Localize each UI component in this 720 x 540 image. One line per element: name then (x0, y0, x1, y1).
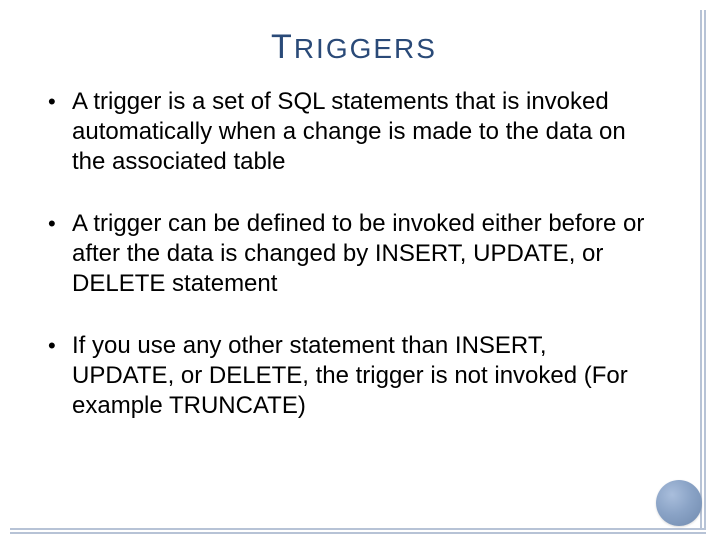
bullet-text: If you use any other statement than INSE… (72, 331, 650, 421)
bullet-icon: • (48, 331, 66, 361)
bullet-icon: • (48, 87, 66, 117)
bullet-text: A trigger is a set of SQL statements tha… (72, 87, 650, 177)
slide: TRIGGERS • A trigger is a set of SQL sta… (0, 0, 720, 540)
slide-content: • A trigger is a set of SQL statements t… (48, 87, 660, 421)
vertical-rule-decor (700, 10, 706, 530)
list-item: • A trigger is a set of SQL statements t… (48, 87, 650, 177)
slide-title: TRIGGERS (48, 28, 660, 67)
bullet-text: A trigger can be defined to be invoked e… (72, 209, 650, 299)
title-rest: RIGGERS (294, 33, 437, 64)
horizontal-rule-decor (10, 528, 706, 534)
title-initial: T (271, 28, 294, 66)
list-item: • If you use any other statement than IN… (48, 331, 650, 421)
list-item: • A trigger can be defined to be invoked… (48, 209, 650, 299)
bullet-icon: • (48, 209, 66, 239)
corner-circle-decor (656, 480, 702, 526)
